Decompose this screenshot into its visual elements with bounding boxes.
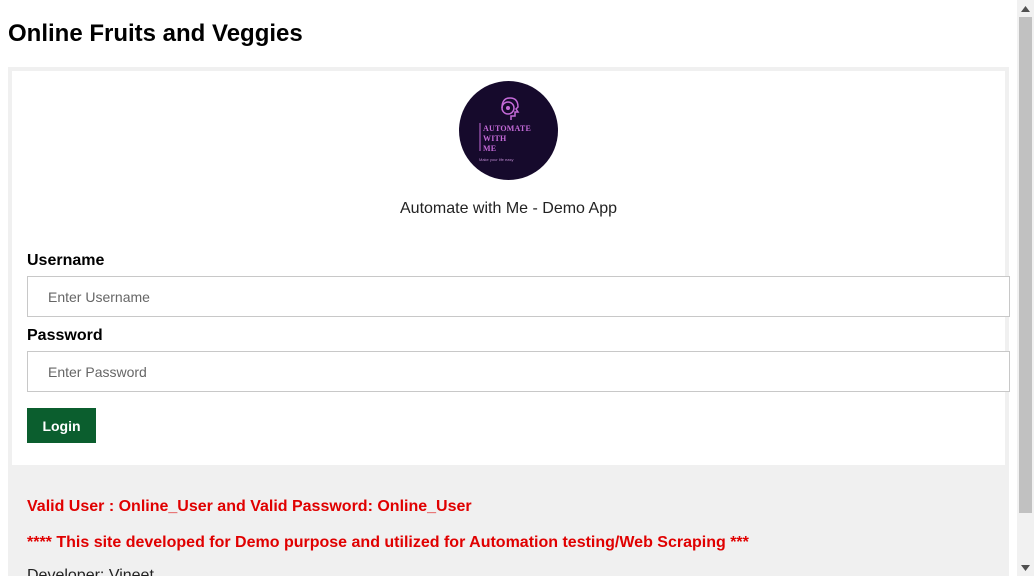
chevron-down-icon[interactable] xyxy=(1017,559,1034,576)
login-card: AUTOMATE WITH ME Make your life easy Aut… xyxy=(8,67,1010,469)
vertical-scrollbar[interactable] xyxy=(1017,0,1034,576)
page-title: Online Fruits and Veggies xyxy=(8,20,303,47)
login-button[interactable]: Login xyxy=(27,408,96,443)
username-input[interactable] xyxy=(27,276,1010,317)
app-name: Automate with Me - Demo App xyxy=(400,200,617,217)
app-logo: AUTOMATE WITH ME Make your life easy xyxy=(459,81,558,180)
scrollbar-thumb[interactable] xyxy=(1019,17,1032,513)
chevron-up-icon[interactable] xyxy=(1017,0,1034,17)
demo-disclaimer: **** This site developed for Demo purpos… xyxy=(27,534,749,551)
page: Online Fruits and Veggies AUTOMATE WITH … xyxy=(0,0,1017,576)
password-label: Password xyxy=(27,327,103,344)
logo-tagline: Make your life easy xyxy=(479,157,514,162)
logo-text: AUTOMATE WITH ME xyxy=(483,124,531,154)
username-label: Username xyxy=(27,252,105,269)
info-area: Valid User : Online_User and Valid Passw… xyxy=(8,469,1009,576)
login-card-inner: AUTOMATE WITH ME Make your life easy Aut… xyxy=(12,71,1010,465)
logo-text-line: WITH xyxy=(483,134,507,143)
logo-text-line: AUTOMATE xyxy=(483,124,531,133)
credentials-notice: Valid User : Online_User and Valid Passw… xyxy=(27,498,472,515)
logo-text-line: ME xyxy=(483,144,497,153)
developer-credit: Developer: Vineet xyxy=(27,567,154,576)
password-input[interactable] xyxy=(27,351,1010,392)
